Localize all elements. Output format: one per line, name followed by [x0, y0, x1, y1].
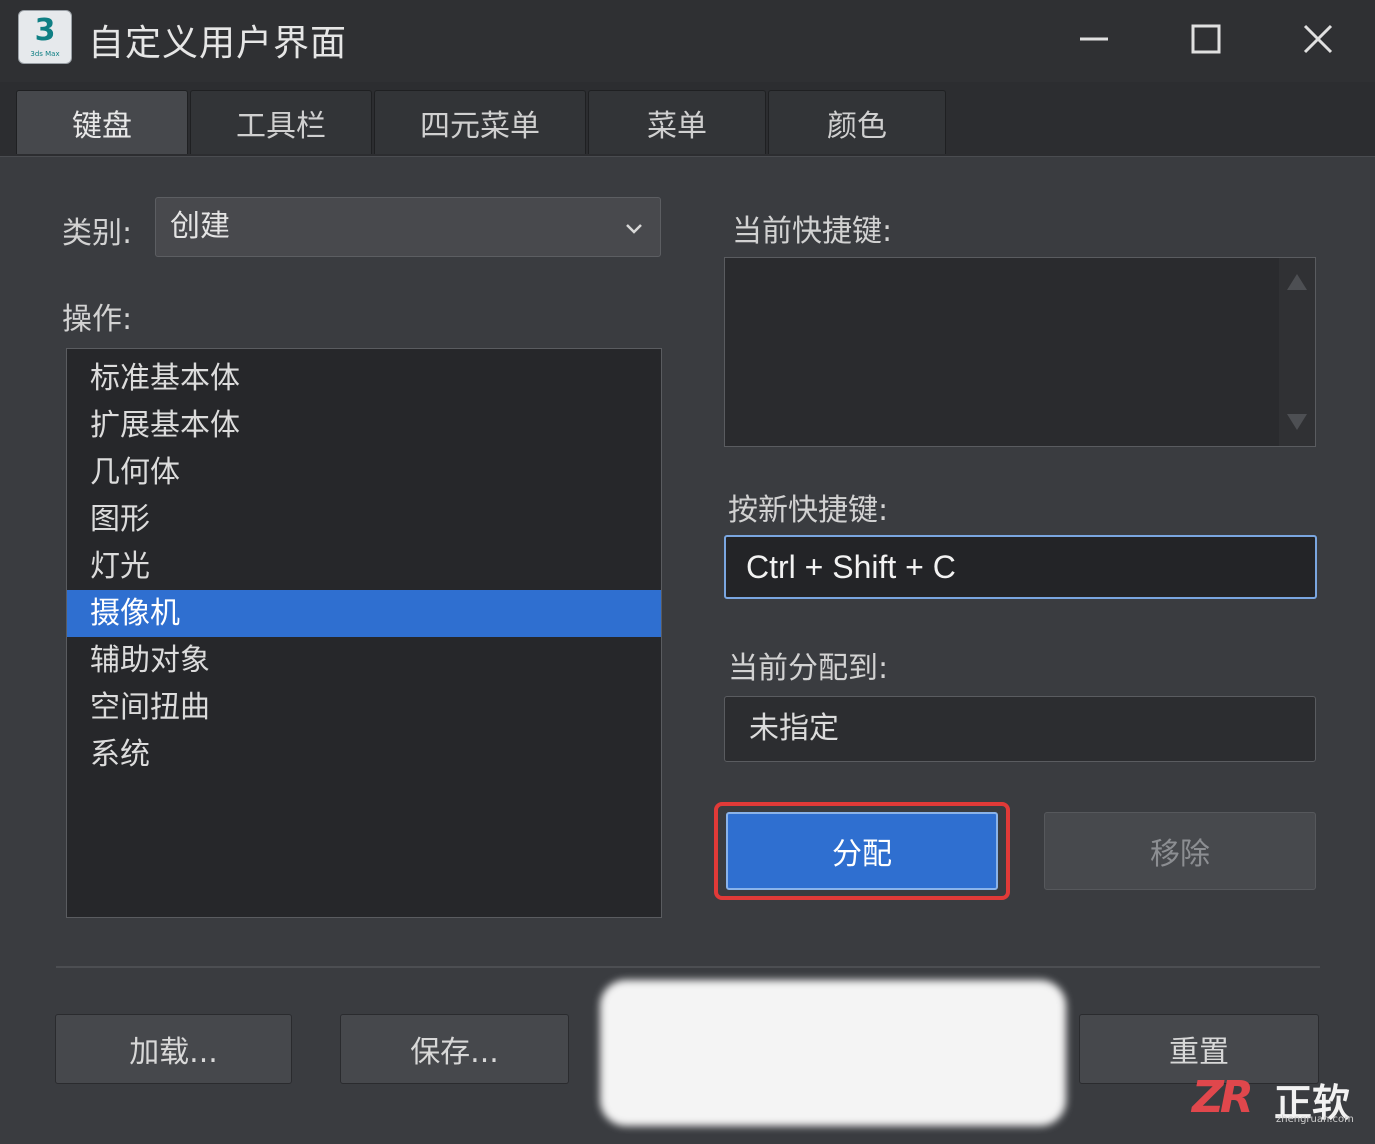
divider [56, 966, 1320, 968]
category-dropdown[interactable]: 创建 [155, 197, 661, 257]
minimize-icon [1080, 37, 1108, 41]
category-label: 类别: [62, 216, 133, 251]
current-shortcut-list[interactable] [724, 257, 1316, 447]
list-item-selected[interactable]: 摄像机 [67, 590, 661, 637]
assigned-to-label: 当前分配到: [728, 651, 889, 686]
redacted-area [600, 980, 1066, 1126]
list-item[interactable]: 标准基本体 [67, 355, 661, 402]
tab-menus[interactable]: 菜单 [588, 90, 766, 154]
actions-label: 操作: [62, 302, 133, 337]
save-button[interactable]: 保存... [340, 1014, 569, 1084]
watermark-url: zhengruan.com [1276, 1114, 1354, 1125]
assign-button[interactable]: 分配 [726, 812, 998, 890]
close-button[interactable] [1290, 14, 1346, 64]
app-icon: 3 3ds Max [18, 10, 72, 64]
assigned-to-field: 未指定 [724, 696, 1316, 762]
customize-ui-dialog: 3 3ds Max 自定义用户界面 键盘 工具栏 四元菜单 菜单 颜色 类别: [0, 0, 1375, 1144]
list-item[interactable]: 灯光 [67, 543, 661, 590]
current-shortcut-label: 当前快捷键: [732, 214, 893, 249]
list-item[interactable]: 几何体 [67, 449, 661, 496]
tab-keyboard[interactable]: 键盘 [16, 90, 188, 154]
app-icon-caption: 3ds Max [30, 50, 60, 58]
load-button[interactable]: 加载... [55, 1014, 292, 1084]
list-item[interactable]: 图形 [67, 496, 661, 543]
close-icon [1303, 24, 1333, 54]
maximize-icon [1191, 24, 1221, 54]
actions-list[interactable]: 标准基本体 扩展基本体 几何体 图形 灯光 摄像机 辅助对象 空间扭曲 系统 [66, 348, 662, 918]
maximize-button[interactable] [1178, 14, 1234, 64]
watermark-logo: ZR [1192, 1072, 1254, 1123]
window-title: 自定义用户界面 [88, 23, 348, 64]
chevron-down-icon [626, 224, 642, 234]
tab-colors[interactable]: 颜色 [768, 90, 946, 154]
app-icon-number: 3 [34, 13, 56, 48]
scroll-up-icon[interactable] [1287, 274, 1307, 290]
minimize-button[interactable] [1066, 14, 1122, 64]
list-item[interactable]: 系统 [67, 731, 661, 778]
scroll-down-icon[interactable] [1287, 414, 1307, 430]
list-item[interactable]: 扩展基本体 [67, 402, 661, 449]
remove-button[interactable]: 移除 [1044, 812, 1316, 890]
category-value: 创建 [170, 209, 230, 244]
tab-quad-menus[interactable]: 四元菜单 [374, 90, 586, 154]
list-item[interactable]: 辅助对象 [67, 637, 661, 684]
title-bar: 3 3ds Max 自定义用户界面 [0, 0, 1375, 82]
watermark: ZR 正软 zhengruan.com [1188, 1070, 1368, 1130]
new-shortcut-input[interactable]: Ctrl + Shift + C [724, 535, 1317, 599]
tab-bar: 键盘 工具栏 四元菜单 菜单 颜色 [0, 82, 1375, 157]
scrollbar[interactable] [1279, 258, 1315, 446]
list-item[interactable]: 空间扭曲 [67, 684, 661, 731]
new-shortcut-label: 按新快捷键: [728, 493, 889, 528]
tab-toolbars[interactable]: 工具栏 [190, 90, 372, 154]
